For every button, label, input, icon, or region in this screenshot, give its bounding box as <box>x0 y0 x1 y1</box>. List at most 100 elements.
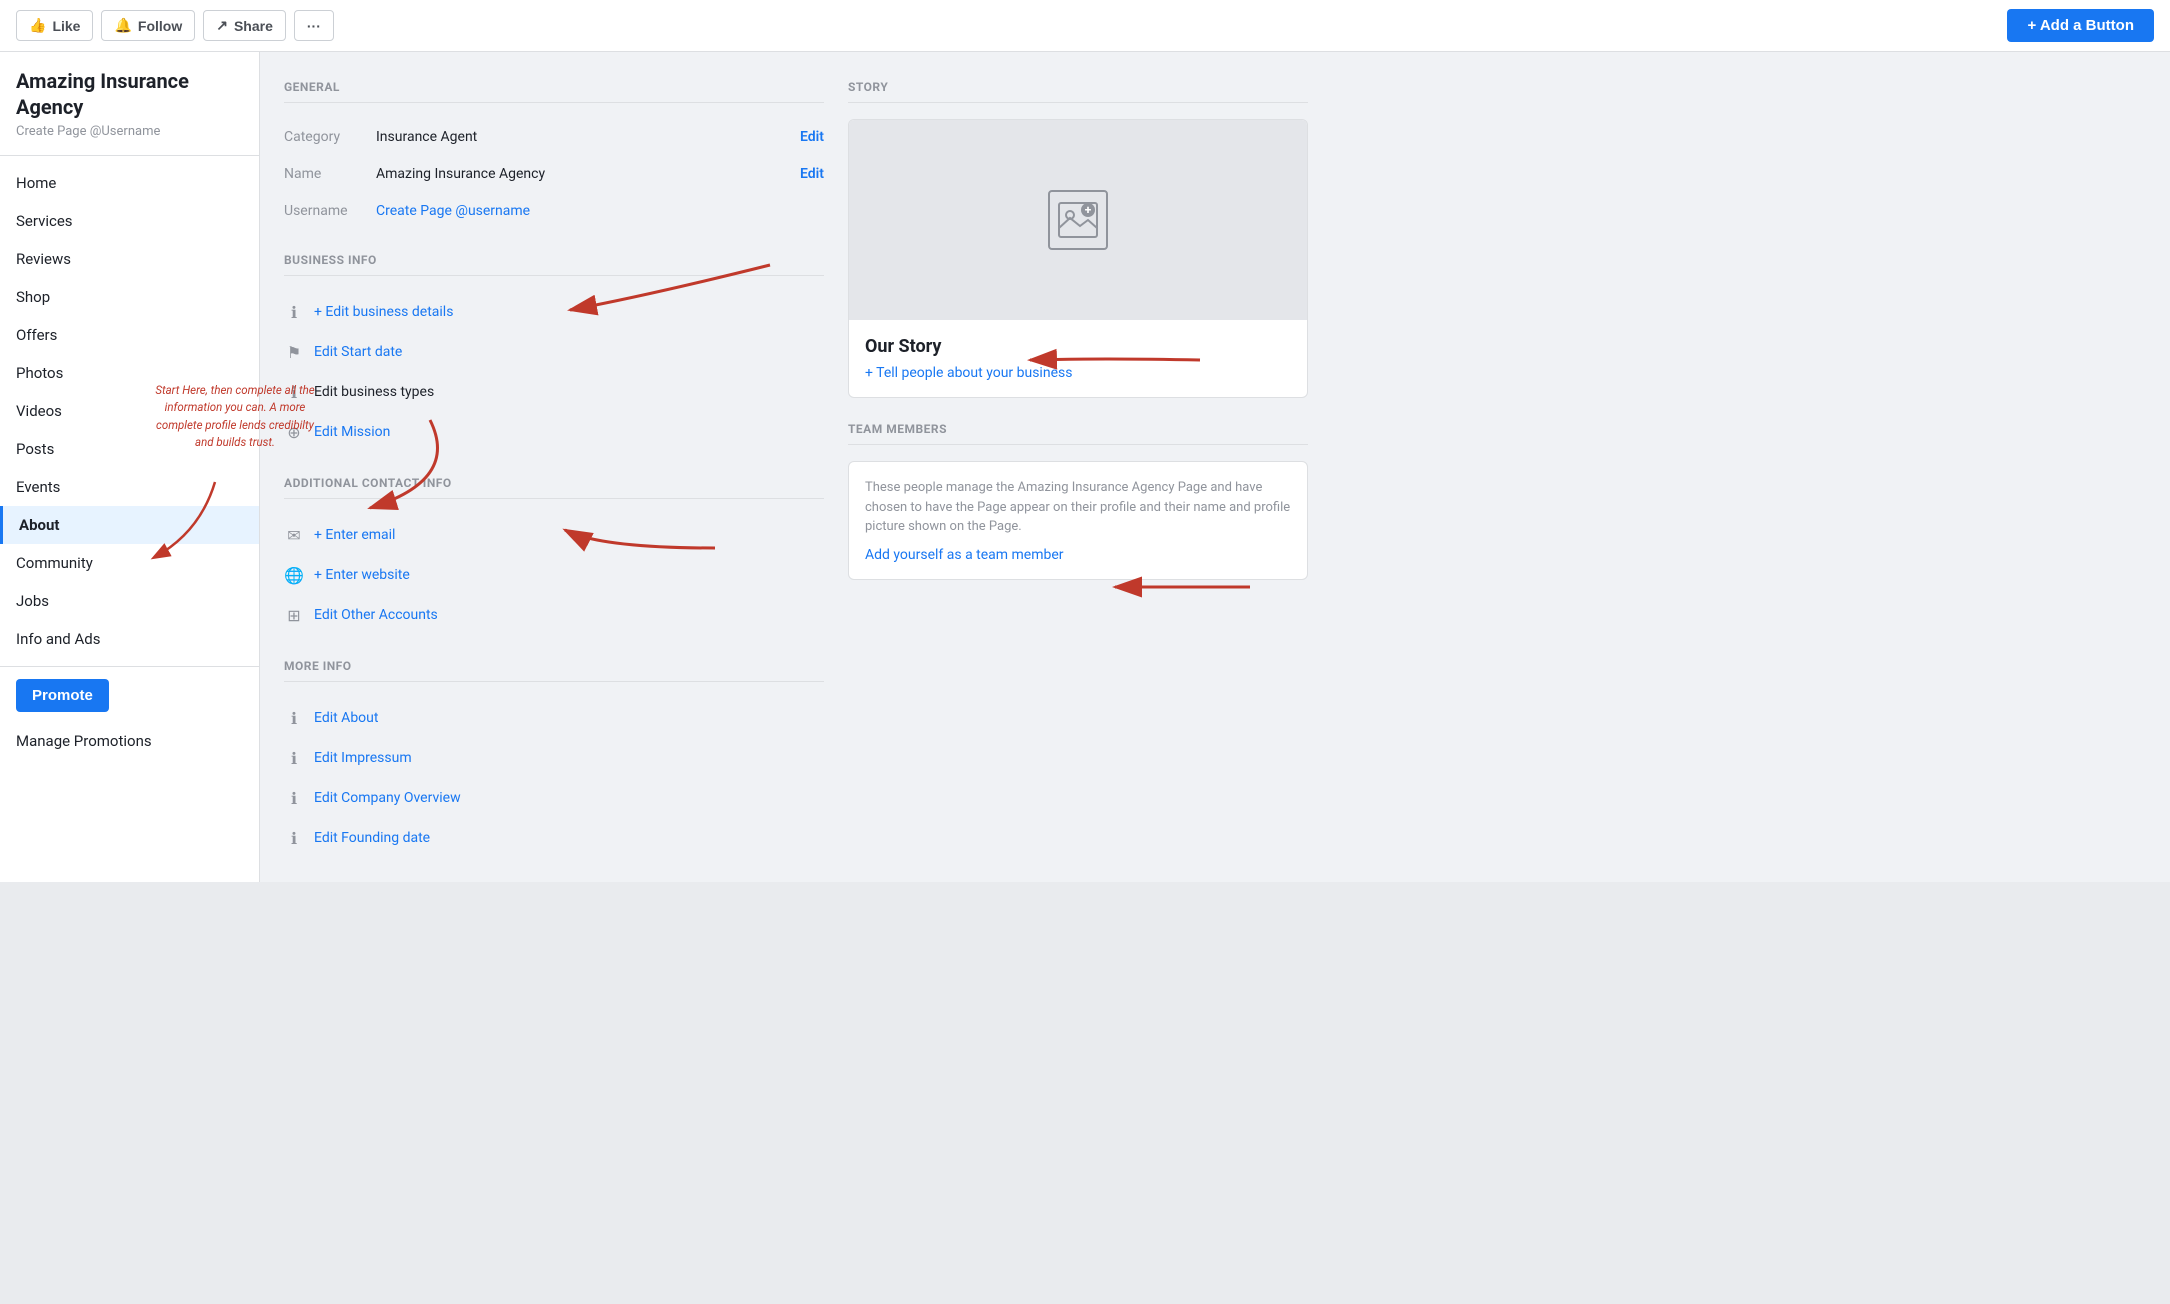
sidebar-divider <box>0 666 259 667</box>
more-label: ··· <box>307 18 321 34</box>
sidebar-item-jobs[interactable]: Jobs <box>0 582 259 620</box>
more-info-divider <box>284 681 824 682</box>
follow-icon: 🔔 <box>114 17 131 34</box>
team-box: These people manage the Amazing Insuranc… <box>848 461 1308 580</box>
story-section: STORY + <box>848 76 1308 398</box>
category-edit-link[interactable]: Edit <box>800 129 824 145</box>
team-divider <box>848 444 1308 445</box>
enter-email-row[interactable]: ✉ + Enter email <box>284 515 824 555</box>
username-create-link[interactable]: Create Page @username <box>376 203 530 219</box>
follow-button[interactable]: 🔔 Follow <box>101 10 195 41</box>
share-icon: ↗ <box>216 17 228 34</box>
globe-icon-2: 🌐 <box>284 565 304 585</box>
category-row: Category Insurance Agent Edit <box>284 119 824 156</box>
sidebar-item-reviews[interactable]: Reviews <box>0 240 259 278</box>
more-info-section: MORE INFO ℹ Edit About ℹ Edit Impressum … <box>284 655 824 858</box>
main-column: GENERAL Category Insurance Agent Edit Na… <box>284 76 824 858</box>
info-icon-3: ℹ <box>284 708 304 728</box>
business-info-header: BUSINESS INFO <box>284 249 824 267</box>
page-username: Create Page @Username <box>16 124 243 139</box>
edit-business-types-row[interactable]: ℹ Edit business types <box>284 372 824 412</box>
sidebar-item-home[interactable]: Home <box>0 164 259 202</box>
content-area: GENERAL Category Insurance Agent Edit Na… <box>260 52 2170 882</box>
edit-impressum-link: Edit Impressum <box>314 750 412 766</box>
sidebar-item-photos[interactable]: Photos <box>0 354 259 392</box>
info-icon-2: ℹ <box>284 382 304 402</box>
name-value: Amazing Insurance Agency <box>376 166 788 182</box>
contact-info-divider <box>284 498 824 499</box>
username-row: Username Create Page @username <box>284 193 824 229</box>
category-value: Insurance Agent <box>376 129 788 145</box>
edit-mission-row[interactable]: ⊕ Edit Mission <box>284 412 824 452</box>
share-label: Share <box>234 18 273 34</box>
contact-info-header: ADDITIONAL CONTACT INFO <box>284 472 824 490</box>
page-title: Amazing Insurance Agency <box>16 68 243 120</box>
more-info-header: MORE INFO <box>284 655 824 673</box>
sidebar-item-about[interactable]: About <box>0 506 259 544</box>
main-layout: Amazing Insurance Agency Create Page @Us… <box>0 52 2170 882</box>
edit-business-details-link: + Edit business details <box>314 304 453 320</box>
globe-icon-1: ⊕ <box>284 422 304 442</box>
like-label: Like <box>52 18 80 34</box>
sidebar-item-posts[interactable]: Posts <box>0 430 259 468</box>
general-header: GENERAL <box>284 76 824 94</box>
promote-button[interactable]: Promote <box>16 679 109 712</box>
edit-about-link: Edit About <box>314 710 378 726</box>
edit-about-row[interactable]: ℹ Edit About <box>284 698 824 738</box>
sidebar: Amazing Insurance Agency Create Page @Us… <box>0 52 260 882</box>
edit-founding-date-link: Edit Founding date <box>314 830 430 846</box>
story-header: STORY <box>848 76 1308 94</box>
edit-founding-date-row[interactable]: ℹ Edit Founding date <box>284 818 824 858</box>
add-team-member-link[interactable]: Add yourself as a team member <box>865 547 1064 563</box>
story-cta-link[interactable]: + Tell people about your business <box>865 365 1072 381</box>
sidebar-item-events[interactable]: Events <box>0 468 259 506</box>
story-title: Our Story <box>865 336 1291 357</box>
accounts-icon: ⊞ <box>284 605 304 625</box>
edit-other-accounts-row[interactable]: ⊞ Edit Other Accounts <box>284 595 824 635</box>
follow-label: Follow <box>138 18 182 34</box>
info-icon-6: ℹ <box>284 828 304 848</box>
edit-company-overview-row[interactable]: ℹ Edit Company Overview <box>284 778 824 818</box>
top-bar-actions: 👍 Like 🔔 Follow ↗ Share ··· <box>16 10 334 41</box>
name-label: Name <box>284 166 364 182</box>
sidebar-item-videos[interactable]: Videos <box>0 392 259 430</box>
edit-company-overview-link: Edit Company Overview <box>314 790 461 806</box>
info-icon-5: ℹ <box>284 788 304 808</box>
right-column: STORY + <box>848 76 1308 858</box>
edit-start-date-row[interactable]: ⚑ Edit Start date <box>284 332 824 372</box>
general-section: GENERAL Category Insurance Agent Edit Na… <box>284 76 824 229</box>
story-divider <box>848 102 1308 103</box>
business-info-section: BUSINESS INFO ℹ + Edit business details … <box>284 249 824 452</box>
sidebar-item-community[interactable]: Community <box>0 544 259 582</box>
manage-promotions-link[interactable]: Manage Promotions <box>0 724 259 758</box>
like-icon: 👍 <box>29 17 46 34</box>
enter-email-link: + Enter email <box>314 527 395 543</box>
more-button[interactable]: ··· <box>294 10 334 41</box>
add-button-label: + Add a Button <box>2027 17 2134 34</box>
business-info-divider <box>284 275 824 276</box>
team-header: TEAM MEMBERS <box>848 418 1308 436</box>
info-icon-1: ℹ <box>284 302 304 322</box>
top-action-bar: 👍 Like 🔔 Follow ↗ Share ··· + Add a Butt… <box>0 0 2170 52</box>
sidebar-item-shop[interactable]: Shop <box>0 278 259 316</box>
name-row: Name Amazing Insurance Agency Edit <box>284 156 824 193</box>
team-description: These people manage the Amazing Insuranc… <box>865 478 1291 537</box>
like-button[interactable]: 👍 Like <box>16 10 93 41</box>
edit-impressum-row[interactable]: ℹ Edit Impressum <box>284 738 824 778</box>
sidebar-item-services[interactable]: Services <box>0 202 259 240</box>
contact-info-section: ADDITIONAL CONTACT INFO ✉ + Enter email … <box>284 472 824 635</box>
add-a-button-button[interactable]: + Add a Button <box>2007 9 2154 42</box>
sidebar-item-offers[interactable]: Offers <box>0 316 259 354</box>
enter-website-row[interactable]: 🌐 + Enter website <box>284 555 824 595</box>
story-image-area[interactable]: + <box>849 120 1307 320</box>
story-content: Our Story + Tell people about your busin… <box>849 320 1307 397</box>
enter-website-link: + Enter website <box>314 567 410 583</box>
story-box: + Our Story + Tell people about your bus… <box>848 119 1308 398</box>
sidebar-item-info-and-ads[interactable]: Info and Ads <box>0 620 259 658</box>
edit-business-details-row[interactable]: ℹ + Edit business details <box>284 292 824 332</box>
share-button[interactable]: ↗ Share <box>203 10 286 41</box>
name-edit-link[interactable]: Edit <box>800 166 824 182</box>
edit-mission-link: Edit Mission <box>314 424 390 440</box>
sidebar-header: Amazing Insurance Agency Create Page @Us… <box>0 68 259 156</box>
edit-business-types-link: Edit business types <box>314 384 434 400</box>
